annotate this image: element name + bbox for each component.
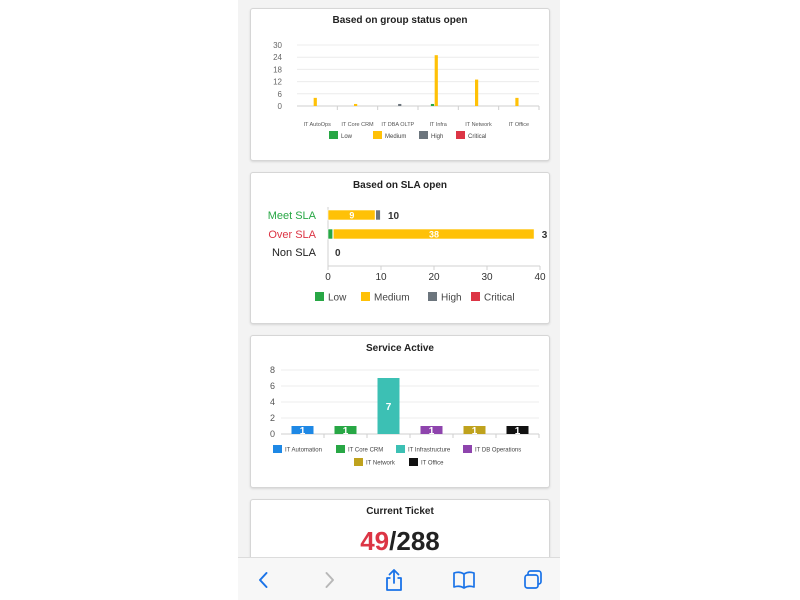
bar-value-label: 1 (472, 426, 478, 437)
legend-label: IT Automation (285, 448, 322, 454)
legend-swatch (273, 445, 282, 453)
y-tick-label: 0 (278, 102, 283, 111)
bar-medium (475, 79, 479, 106)
bar-value-label: 1 (515, 426, 521, 437)
bar-medium (354, 103, 358, 106)
x-tick-label: IT Core CRM (341, 122, 374, 128)
x-tick-label: IT Network (465, 122, 492, 128)
sla-card: Based on SLA open 0 10 20 30 40 Meet SLA 9 10 Ov… (250, 172, 550, 324)
group-status-chart: 0 6 12 18 24 30 IT AutoOps IT Core CRM IT DBA OL… (273, 41, 540, 140)
legend-swatch-medium (361, 292, 370, 301)
legend-label: Low (328, 293, 347, 304)
bar-value-label: 1 (300, 426, 306, 437)
legend-label: Medium (385, 134, 406, 140)
y-tick-label: 8 (270, 365, 275, 375)
y-tick-label: 4 (270, 397, 275, 407)
ticket-open-count: 49 (360, 526, 390, 556)
bar-medium (313, 97, 317, 106)
bar-value-label: 7 (386, 402, 392, 413)
x-tick-label: IT Office (509, 122, 530, 128)
x-tick-label: IT DBA OLTP (381, 122, 414, 128)
bookmarks-button[interactable] (444, 558, 484, 600)
legend-swatch (409, 458, 418, 466)
x-tick-label: 20 (428, 272, 440, 283)
forward-icon (325, 571, 334, 588)
legend-swatch-critical (456, 131, 465, 139)
legend-swatch-low (315, 292, 324, 301)
x-tick-label: 40 (534, 272, 546, 283)
legend-label: High (441, 293, 462, 304)
legend-label: Critical (468, 134, 486, 140)
share-button[interactable] (374, 558, 414, 600)
share-icon (386, 568, 402, 591)
y-tick-label: 18 (273, 65, 282, 74)
bar-value-label: 1 (429, 426, 435, 437)
y-tick-label: 6 (270, 381, 275, 391)
legend-label: IT Core CRM (348, 448, 383, 454)
tabs-icon (524, 569, 542, 589)
y-tick-label: 30 (273, 41, 282, 50)
tabs-button[interactable] (513, 558, 553, 600)
legend-swatch (463, 445, 472, 453)
back-icon (259, 571, 268, 588)
mobile-browser-viewport: Based on group status open 0 6 12 18 24 30 IT … (238, 0, 560, 600)
sla-chart: 0 10 20 30 40 Meet SLA 9 10 Over SLA 38 3 Non SLA 0 L… (268, 207, 548, 304)
y-tick-label: 0 (270, 429, 275, 439)
legend-label: High (431, 134, 443, 140)
bar-high (375, 209, 381, 221)
bar-value-label: 38 (429, 230, 439, 240)
legend-label: IT Network (366, 461, 396, 467)
bar-medium (515, 97, 519, 106)
bar-value-label: 1 (343, 426, 349, 437)
browser-toolbar (238, 557, 560, 600)
x-tick-label: 0 (325, 272, 331, 283)
y-tick-label: 6 (278, 90, 283, 99)
legend-swatch (396, 445, 405, 453)
current-ticket-title: Current Ticket (366, 506, 434, 517)
legend-swatch-low (329, 131, 338, 139)
legend-label: IT Office (421, 461, 444, 467)
y-tick-label: 24 (273, 53, 282, 62)
x-tick-label: 30 (481, 272, 493, 283)
y-tick-label: 12 (273, 78, 282, 87)
legend-label: Critical (484, 293, 515, 304)
x-tick-label: IT Infra (430, 122, 448, 128)
legend-swatch-high (428, 292, 437, 301)
bar-total-label: 10 (388, 211, 400, 222)
legend-swatch-high (419, 131, 428, 139)
legend-label: Low (341, 134, 353, 140)
forward-button[interactable] (309, 558, 349, 600)
bar-low (327, 228, 333, 240)
bar-value-label: 9 (349, 211, 354, 221)
group-status-card: Based on group status open 0 6 12 18 24 30 IT … (250, 8, 550, 161)
bar-total-label: 0 (335, 248, 341, 259)
legend-label: Medium (374, 293, 410, 304)
bookmarks-icon (453, 570, 475, 589)
ticket-total-count: 288 (396, 526, 440, 556)
legend-swatch (354, 458, 363, 466)
bar-total-label: 3 (542, 230, 548, 241)
back-button[interactable] (244, 558, 284, 600)
x-tick-label: IT AutoOps (303, 122, 331, 128)
ticket-count: 49/288 (251, 526, 549, 557)
legend-swatch-critical (471, 292, 480, 301)
service-active-card: Service Active 0 2 4 6 8 1 1 7 1 1 1 IT Automation I… (250, 335, 550, 488)
x-tick-label: 10 (375, 272, 387, 283)
legend-label: IT DB Operations (475, 448, 521, 454)
bar-medium (434, 55, 438, 106)
service-active-chart: 0 2 4 6 8 1 1 7 1 1 1 IT Automation IT Core CRM IT In… (270, 365, 540, 467)
legend-swatch (336, 445, 345, 453)
y-category-label: Over SLA (268, 229, 316, 241)
bar-high (398, 103, 402, 106)
legend-label: IT Infrastructure (408, 448, 451, 454)
y-category-label: Meet SLA (268, 210, 317, 222)
y-tick-label: 2 (270, 413, 275, 423)
y-category-label: Non SLA (272, 247, 317, 259)
legend-swatch-medium (373, 131, 382, 139)
bar-low (430, 103, 435, 106)
